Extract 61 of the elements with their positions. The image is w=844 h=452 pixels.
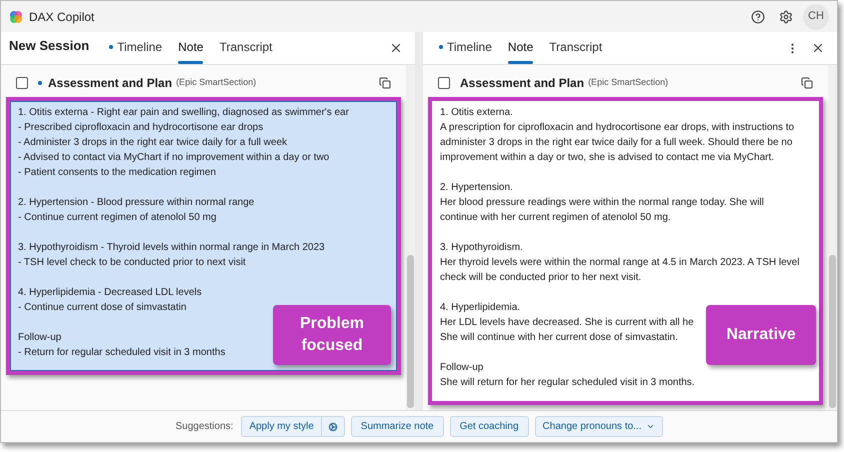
settings-icon[interactable] <box>779 10 793 24</box>
note-line: Her blood pressure readings were within the normal range today. She will <box>440 196 764 210</box>
checkbox[interactable] <box>438 77 450 89</box>
note-line: - TSH level check to be conducted prior to next visit <box>18 256 246 270</box>
note-line: continue with her current regimen of atenolol 50 mg. <box>440 211 671 225</box>
note-line: - Patient consents to the medication regimen <box>18 166 216 180</box>
tab[interactable]: Transcript <box>211 38 280 64</box>
scrollbar-thumb[interactable] <box>407 255 414 408</box>
note-line: Her thyroid levels were within the normal range at 4.5 in March 2023. A TSH level <box>440 256 800 270</box>
note-line: She will return for her regular scheduled visit in 3 months. <box>440 376 695 390</box>
note-line: 1. Otitis externa - Right ear pain and swelling, diagnosed as swimmer's ear <box>18 106 349 120</box>
note-line: 4. Hyperlipidemia. <box>440 301 520 315</box>
suggestion-button[interactable]: Get coaching <box>450 416 529 437</box>
note-line: Follow-up <box>18 331 62 345</box>
note-line: A prescription for ciprofloxacin and hydrocortisone ear drops, with instructions to <box>440 121 794 135</box>
suggestions-label: Suggestions: <box>175 420 234 434</box>
note-line: check will be conducted prior to her next visit. <box>440 271 642 285</box>
scrollbar-thumb[interactable] <box>829 255 836 408</box>
note-line: 3. Hypothyroidism. <box>440 241 523 255</box>
suggestion-button[interactable]: Summarize note <box>350 416 444 437</box>
section-title: Assessment and Plan <box>48 75 172 92</box>
copy-icon[interactable] <box>801 77 813 89</box>
copy-icon[interactable] <box>379 77 391 89</box>
tab[interactable]: Note <box>170 38 212 64</box>
note-line: 2. Hypertension - Blood pressure within normal range <box>18 196 254 210</box>
note-field[interactable] <box>10 101 397 371</box>
section-subtitle: (Epic SmartSection) <box>588 76 668 90</box>
close-icon[interactable] <box>811 41 825 55</box>
note-line: - Administer 3 drops in the right ear twice daily for a full week <box>18 136 288 150</box>
note-line: 3. Hypothyroidism - Thyroid levels within normal range in March 2023 <box>18 241 325 255</box>
note-line: Follow-up <box>440 361 484 375</box>
callout-label: Narrative <box>706 305 816 365</box>
tab[interactable]: Timeline <box>431 38 500 64</box>
note-line: improvement within a day or two, she is advised to contact me via MyChart. <box>440 151 774 165</box>
note-line: - Continue current dose of simvastatin <box>18 301 186 315</box>
note-line: 4. Hyperlipidemia - Decreased LDL levels <box>18 286 202 300</box>
logo-icon <box>9 10 23 24</box>
checkbox[interactable] <box>16 77 28 89</box>
callout-label: Problem focused <box>273 305 391 365</box>
note-line: Her LDL levels have decreased. She is current with all he <box>440 316 694 330</box>
note-line: 1. Otitis externa. <box>440 106 513 120</box>
tab[interactable]: Transcript <box>541 38 610 64</box>
session-title: New Session <box>9 36 90 54</box>
section-subtitle: (Epic SmartSection) <box>176 76 256 90</box>
note-line: - Continue current regimen of atenolol 50 mg <box>18 211 216 225</box>
note-line: She will continue with her current dose of simvastatin. <box>440 331 678 345</box>
note-line: 2. Hypertension. <box>440 181 513 195</box>
app-title: DAX Copilot <box>29 8 94 26</box>
avatar[interactable]: CH <box>803 4 829 30</box>
tab[interactable]: Note <box>500 38 542 64</box>
section-title: Assessment and Plan <box>460 75 584 92</box>
suggestion-button[interactable]: Apply my style <box>242 417 321 436</box>
tab[interactable]: Timeline <box>101 38 170 64</box>
suggestion-dropdown[interactable]: Change pronouns to... <box>534 416 662 437</box>
note-line: - Prescribed ciprofloxacin and hydrocortisone ear drops <box>18 121 264 135</box>
note-line: - Advised to contact via MyChart if no improvement within a day or two <box>18 151 330 165</box>
help-icon[interactable] <box>751 10 765 24</box>
note-line: - Return for regular scheduled visit in 3 months <box>18 346 226 360</box>
note-line: administer 3 drops in the right ear twice daily for a full week. Should there be no <box>440 136 792 150</box>
close-icon[interactable] <box>389 41 403 55</box>
chevron-down-icon <box>646 422 654 431</box>
